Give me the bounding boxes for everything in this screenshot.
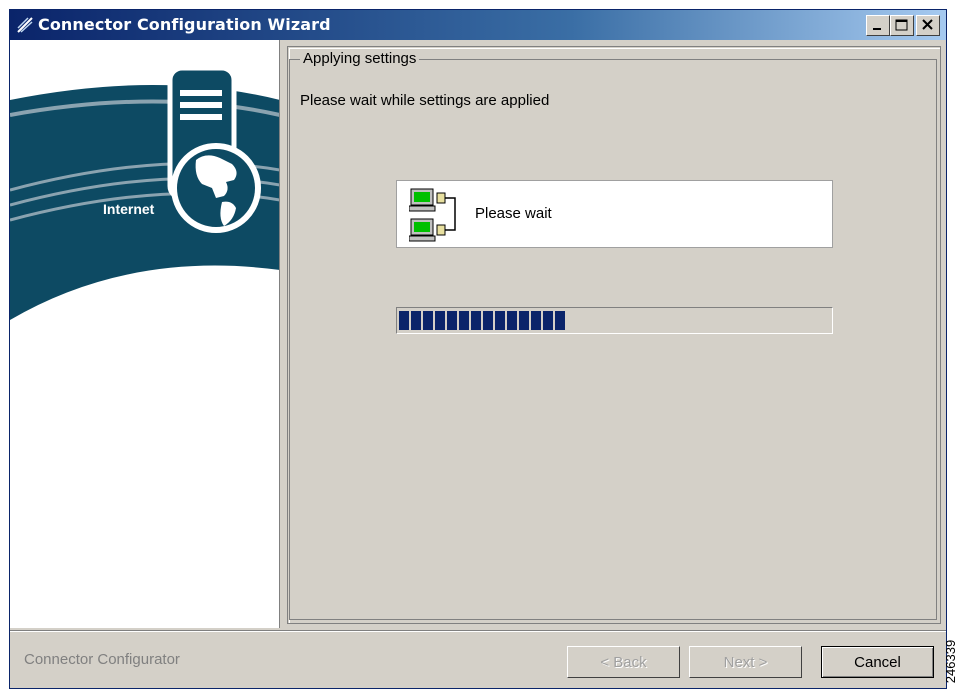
app-icon [17,17,33,33]
progress-segment [543,311,553,330]
cancel-button[interactable]: Cancel [821,646,934,678]
title-bar[interactable]: Connector Configuration Wizard [10,10,946,40]
banner-graphic [10,65,279,320]
progress-segment [459,311,469,330]
maximize-button[interactable] [890,15,914,36]
progress-fill [399,311,565,330]
minimize-icon [873,28,881,30]
wizard-banner: Internet [10,40,280,628]
internet-label: Internet [103,201,155,217]
progress-segment [519,311,529,330]
progress-segment [555,311,565,330]
status-box: Please wait [396,180,833,248]
next-button[interactable]: Next > [689,646,802,678]
globe-icon [171,143,261,233]
progress-segment [423,311,433,330]
progress-segment [471,311,481,330]
progress-segment [447,311,457,330]
progress-segment [435,311,445,330]
minimize-button[interactable] [866,15,890,36]
window-title: Connector Configuration Wizard [38,15,331,34]
progress-segment [507,311,517,330]
progress-bar [396,307,833,334]
wizard-footer: Connector Configurator < Back Next > Can… [10,630,946,689]
maximize-icon [895,19,908,31]
app-name-label: Connector Configurator [24,651,180,668]
progress-segment [399,311,409,330]
progress-segment [411,311,421,330]
settings-group: Applying settings [289,50,937,620]
network-computers-icon [409,188,456,242]
status-label: Please wait [475,205,552,222]
close-icon [922,19,933,30]
group-heading: Applying settings [300,50,420,67]
figure-id-text: 246339 [943,639,959,684]
progress-segment [483,311,493,330]
progress-segment [495,311,505,330]
back-button[interactable]: < Back [567,646,680,678]
instruction-text: Please wait while settings are applied [300,92,550,109]
progress-segment [531,311,541,330]
figure-id: 246339 [943,632,967,692]
wizard-window: Connector Configuration Wizard Internet … [9,9,947,689]
close-button[interactable] [916,15,940,36]
